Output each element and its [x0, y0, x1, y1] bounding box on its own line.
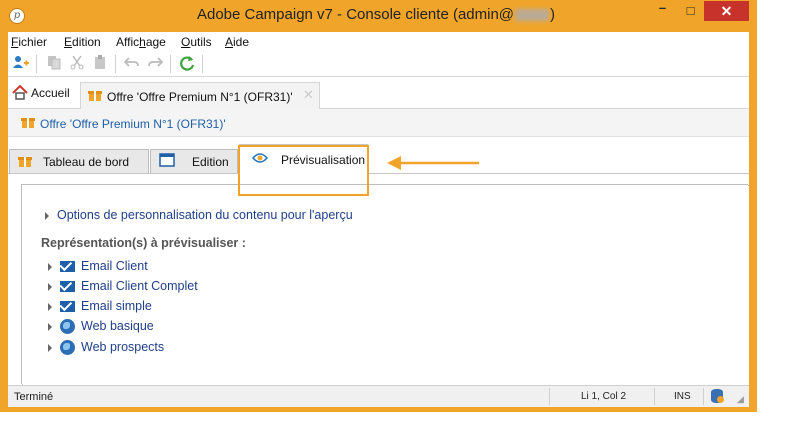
insert-mode: INS: [674, 391, 691, 402]
gift-icon: [21, 115, 35, 132]
maximize-button[interactable]: □: [677, 1, 704, 21]
expand-icon: [48, 343, 52, 352]
personalization-options-link[interactable]: Options de personnalisation du contenu p…: [45, 208, 353, 222]
pointer-arrow-icon: [387, 156, 479, 170]
menu-aide-label: ide: [233, 35, 250, 49]
toolbar-separator: [170, 55, 171, 73]
representation-label: Email Client Complet: [81, 279, 198, 293]
redo-icon[interactable]: [145, 54, 165, 74]
menu-outils-label: utils: [190, 35, 212, 49]
menu-outils-mnemonic: O: [181, 35, 191, 49]
tab-tableau-de-bord-label: Tableau de bord: [43, 155, 130, 169]
status-separator: [654, 388, 655, 405]
status-separator: [703, 388, 704, 405]
toolbar-separator: [115, 55, 116, 73]
tab-accueil[interactable]: Accueil: [12, 84, 70, 103]
menu-aide[interactable]: Aide: [225, 35, 249, 49]
cursor-position: Li 1, Col 2: [581, 391, 627, 402]
toolbar-separator: [202, 55, 203, 73]
minimize-button[interactable]: –: [649, 1, 676, 21]
list-item[interactable]: Email Client Complet: [48, 279, 198, 293]
gift-icon: [88, 88, 102, 105]
status-bar: Terminé Li 1, Col 2 INS ◢: [8, 385, 749, 407]
menu-affichage-mnemonic: h: [139, 35, 146, 49]
sub-tabs: Tableau de bord Edition Prévisualisation: [8, 137, 749, 177]
menu-edition-mnemonic: E: [64, 35, 73, 49]
menu-bar: Fichier Edition Affichage Outils Aide: [8, 32, 749, 51]
app-logo-icon: p: [9, 8, 25, 24]
tab-previsualisation-label: Prévisualisation: [281, 153, 366, 167]
globe-icon: [60, 319, 75, 335]
tab-divider: [8, 173, 749, 174]
menu-affichage-pre: Affic: [116, 35, 140, 49]
gift-icon: [18, 154, 32, 171]
list-item[interactable]: Email simple: [48, 299, 152, 313]
resize-grip-icon[interactable]: ◢: [737, 394, 744, 405]
expand-icon: [48, 322, 52, 331]
tab-edition[interactable]: Edition: [150, 149, 238, 173]
mail-icon: [60, 281, 75, 293]
eye-icon: [251, 151, 269, 167]
paste-icon[interactable]: [90, 54, 110, 74]
window-title-suffix: ): [550, 6, 556, 23]
menu-fichier-label: ichier: [18, 35, 48, 49]
list-item[interactable]: Web basique: [48, 319, 154, 335]
list-item[interactable]: Web prospects: [48, 340, 165, 356]
tab-accueil-label: Accueil: [31, 86, 70, 100]
menu-edition-label: dition: [72, 35, 101, 49]
home-icon: [12, 84, 28, 100]
copy-icon[interactable]: [44, 54, 64, 74]
redacted-host: [515, 9, 550, 22]
window-title: Adobe Campaign v7 - Console cliente (adm…: [151, 6, 601, 23]
status-text: Terminé: [14, 391, 54, 403]
toolbar: [8, 51, 749, 77]
toolbar-separator: [36, 55, 37, 73]
list-item[interactable]: Email Client: [48, 259, 148, 273]
tab-tableau-de-bord[interactable]: Tableau de bord: [9, 149, 149, 173]
mail-icon: [60, 261, 75, 273]
status-separator: [549, 388, 550, 405]
breadcrumb: Offre 'Offre Premium N°1 (OFR31)': [8, 109, 749, 137]
menu-affichage-label: age: [145, 35, 166, 49]
expand-icon: [48, 262, 52, 271]
representation-label: Web basique: [81, 319, 154, 333]
add-user-icon[interactable]: [11, 54, 31, 74]
tab-previsualisation[interactable]: Prévisualisation: [239, 144, 368, 174]
expand-icon: [45, 211, 49, 220]
representations-heading: Représentation(s) à prévisualiser :: [41, 236, 246, 250]
breadcrumb-label[interactable]: Offre 'Offre Premium N°1 (OFR31)': [40, 117, 226, 131]
representation-label: Web prospects: [81, 340, 165, 354]
personalization-options-label: Options de personnalisation du contenu p…: [57, 208, 353, 222]
refresh-icon[interactable]: [177, 54, 197, 74]
document-tabs: Accueil Offre 'Offre Premium N°1 (OFR31)…: [8, 77, 749, 109]
tab-offre[interactable]: Offre 'Offre Premium N°1 (OFR31)' ✕: [80, 82, 320, 109]
representation-label: Email simple: [81, 299, 152, 313]
menu-fichier[interactable]: Fichier: [11, 35, 47, 49]
representation-label: Email Client: [81, 259, 148, 273]
expand-icon: [48, 282, 52, 291]
menu-aide-mnemonic: A: [225, 35, 234, 49]
close-window-button[interactable]: ✕: [704, 1, 749, 21]
database-icon: [711, 389, 724, 403]
globe-icon: [60, 340, 75, 356]
undo-icon[interactable]: [122, 54, 142, 74]
expand-icon: [48, 302, 52, 311]
cut-icon[interactable]: [67, 54, 87, 74]
menu-edition[interactable]: Edition: [64, 35, 101, 49]
window-icon: [159, 153, 175, 170]
tab-edition-label: Edition: [192, 155, 229, 169]
preview-content: Options de personnalisation du contenu p…: [21, 184, 748, 384]
close-tab-icon[interactable]: ✕: [303, 87, 314, 103]
title-bar: p Adobe Campaign v7 - Console cliente (a…: [1, 1, 756, 32]
menu-affichage[interactable]: Affichage: [116, 35, 166, 49]
tab-offre-label: Offre 'Offre Premium N°1 (OFR31)': [107, 90, 293, 104]
window-title-prefix: Adobe Campaign v7 - Console cliente (adm…: [196, 6, 515, 23]
mail-icon: [60, 301, 75, 313]
menu-outils[interactable]: Outils: [181, 35, 212, 49]
